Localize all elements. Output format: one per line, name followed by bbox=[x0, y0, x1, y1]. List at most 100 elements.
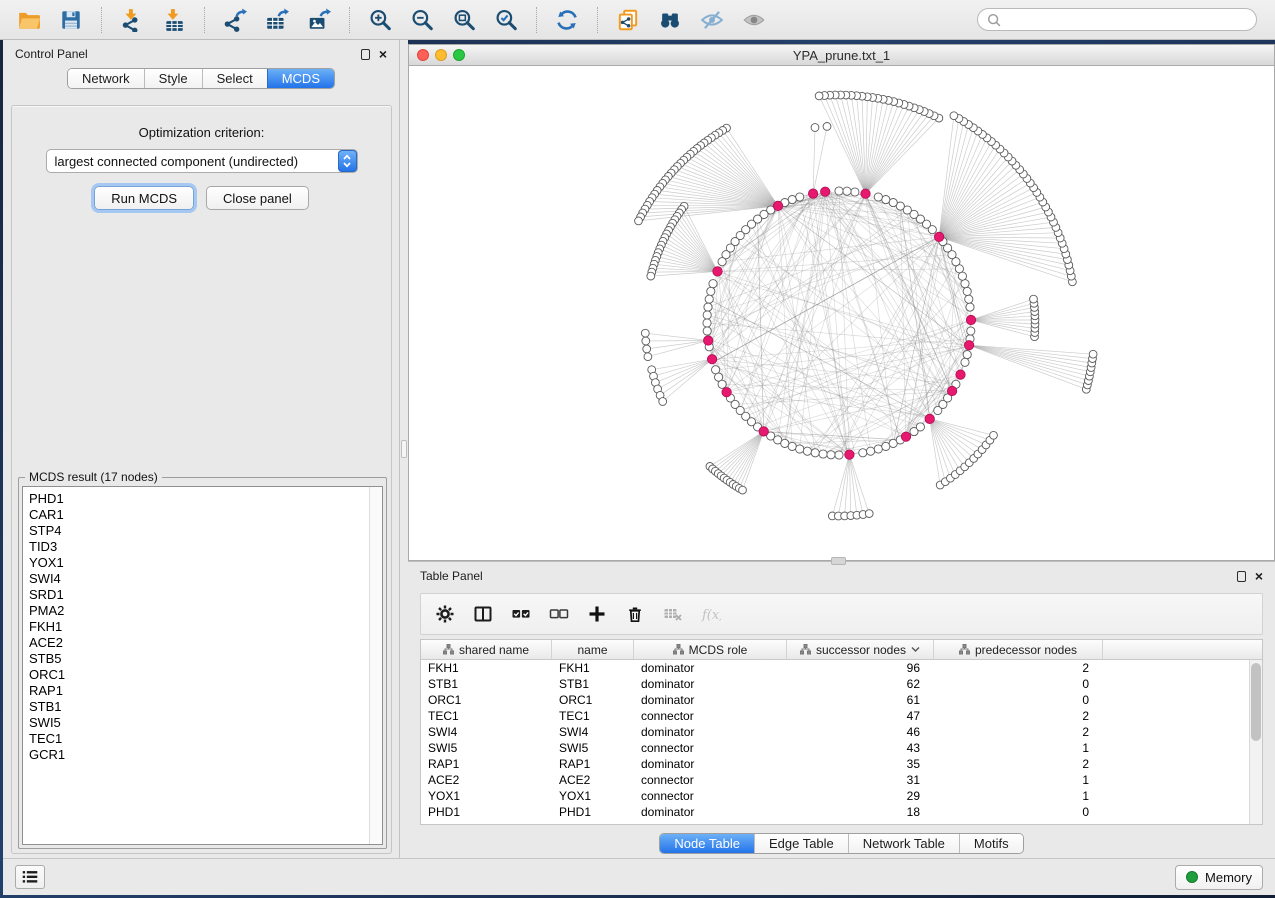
find-binoculars-button[interactable] bbox=[651, 4, 689, 36]
table-header-row: shared name nameMCDS role successor nodes p… bbox=[421, 640, 1262, 660]
tab-network[interactable]: Network bbox=[68, 69, 144, 88]
table-scrollbar[interactable] bbox=[1249, 660, 1262, 824]
optimization-criterion-select[interactable]: largest connected component (undirected) bbox=[46, 149, 358, 173]
memory-button[interactable]: Memory bbox=[1175, 865, 1263, 890]
export-table-button[interactable] bbox=[258, 4, 296, 36]
table-row[interactable]: RAP1RAP1dominator352 bbox=[421, 756, 1262, 772]
save-button[interactable] bbox=[52, 4, 90, 36]
export-network-button[interactable] bbox=[216, 4, 254, 36]
mcds-result-item[interactable]: SWI4 bbox=[29, 571, 369, 587]
mcds-result-item[interactable]: TID3 bbox=[29, 539, 369, 555]
mcds-result-item[interactable]: TEC1 bbox=[29, 731, 369, 747]
cell-successor-nodes: 18 bbox=[787, 804, 934, 820]
cell-MCDS-role: dominator bbox=[634, 692, 787, 708]
tab-style[interactable]: Style bbox=[144, 69, 202, 88]
search-area bbox=[977, 8, 1257, 31]
cell-predecessor-nodes: 2 bbox=[934, 756, 1103, 772]
column-header-MCDS-role[interactable]: MCDS role bbox=[634, 640, 787, 659]
tab-mcds[interactable]: MCDS bbox=[267, 69, 334, 88]
search-input[interactable] bbox=[1006, 13, 1248, 27]
optimization-criterion-label: Optimization criterion: bbox=[12, 125, 391, 140]
column-header-predecessor-nodes[interactable]: predecessor nodes bbox=[934, 640, 1103, 659]
add-column-button[interactable] bbox=[583, 600, 611, 628]
tab-node-table[interactable]: Node Table bbox=[660, 834, 754, 853]
mcds-result-item[interactable]: STB1 bbox=[29, 699, 369, 715]
zoom-fit-icon bbox=[452, 8, 476, 32]
table-row[interactable]: ORC1ORC1dominator610 bbox=[421, 692, 1262, 708]
toggle-columns-button[interactable] bbox=[469, 600, 497, 628]
mcds-result-item[interactable]: GCR1 bbox=[29, 747, 369, 763]
table-row[interactable]: SWI5SWI5connector431 bbox=[421, 740, 1262, 756]
column-header-name[interactable]: name bbox=[552, 640, 634, 659]
settings-gear-icon bbox=[435, 604, 455, 624]
zoom-selected-button[interactable] bbox=[487, 4, 525, 36]
tab-motifs[interactable]: Motifs bbox=[959, 834, 1023, 853]
export-image-button[interactable] bbox=[300, 4, 338, 36]
mcds-result-item[interactable]: RAP1 bbox=[29, 683, 369, 699]
cell-predecessor-nodes: 1 bbox=[934, 740, 1103, 756]
mcds-result-item[interactable]: ORC1 bbox=[29, 667, 369, 683]
select-all-checkboxes-button[interactable] bbox=[507, 600, 535, 628]
import-network-button[interactable] bbox=[113, 4, 151, 36]
mcds-result-item[interactable]: STP4 bbox=[29, 523, 369, 539]
float-table-panel-icon[interactable] bbox=[1237, 571, 1246, 582]
mcds-list-scrollbar[interactable] bbox=[369, 487, 382, 844]
tab-edge-table[interactable]: Edge Table bbox=[754, 834, 848, 853]
import-table-button[interactable] bbox=[155, 4, 193, 36]
export-network-icon bbox=[223, 8, 247, 32]
vertical-splitter[interactable] bbox=[400, 40, 408, 858]
hide-eye-slash-button[interactable] bbox=[693, 4, 731, 36]
delete-column-icon bbox=[625, 604, 645, 624]
open-folder-button[interactable] bbox=[10, 4, 48, 36]
mcds-result-item[interactable]: ACE2 bbox=[29, 635, 369, 651]
table-row[interactable]: FKH1FKH1dominator962 bbox=[421, 660, 1262, 676]
settings-gear-button[interactable] bbox=[431, 600, 459, 628]
delete-column-button[interactable] bbox=[621, 600, 649, 628]
horizontal-splitter-handle[interactable] bbox=[831, 557, 846, 565]
float-panel-icon[interactable] bbox=[361, 49, 370, 60]
column-label: shared name bbox=[459, 643, 529, 657]
close-panel-button[interactable]: Close panel bbox=[206, 186, 309, 210]
table-row[interactable]: SWI4SWI4dominator462 bbox=[421, 724, 1262, 740]
close-panel-icon[interactable]: × bbox=[379, 47, 387, 61]
table-row[interactable]: YOX1YOX1connector291 bbox=[421, 788, 1262, 804]
vertical-splitter-handle[interactable] bbox=[401, 440, 407, 458]
refresh-button[interactable] bbox=[548, 4, 586, 36]
column-header-successor-nodes[interactable]: successor nodes bbox=[787, 640, 934, 659]
mcds-result-item[interactable]: FKH1 bbox=[29, 619, 369, 635]
toolbar-separator bbox=[101, 7, 102, 33]
mcds-result-item[interactable]: SWI5 bbox=[29, 715, 369, 731]
clone-network-button[interactable] bbox=[609, 4, 647, 36]
cell-name: PHD1 bbox=[552, 804, 634, 820]
cell-MCDS-role: connector bbox=[634, 788, 787, 804]
table-row[interactable]: PHD1PHD1dominator180 bbox=[421, 804, 1262, 820]
show-panels-button[interactable] bbox=[15, 865, 45, 889]
cell-successor-nodes: 61 bbox=[787, 692, 934, 708]
zoom-in-button[interactable] bbox=[361, 4, 399, 36]
table-row[interactable]: ACE2ACE2connector311 bbox=[421, 772, 1262, 788]
close-table-panel-icon[interactable]: × bbox=[1255, 569, 1263, 583]
cell-successor-nodes: 35 bbox=[787, 756, 934, 772]
cell-predecessor-nodes: 1 bbox=[934, 772, 1103, 788]
mcds-result-item[interactable]: YOX1 bbox=[29, 555, 369, 571]
mcds-result-item[interactable]: SRD1 bbox=[29, 587, 369, 603]
mcds-result-item[interactable]: PHD1 bbox=[29, 491, 369, 507]
tab-select[interactable]: Select bbox=[202, 69, 267, 88]
table-scrollbar-thumb[interactable] bbox=[1251, 663, 1261, 741]
zoom-fit-button[interactable] bbox=[445, 4, 483, 36]
mcds-result-item[interactable]: PMA2 bbox=[29, 603, 369, 619]
tab-network-table[interactable]: Network Table bbox=[848, 834, 959, 853]
cell-predecessor-nodes: 0 bbox=[934, 676, 1103, 692]
search-box[interactable] bbox=[977, 8, 1257, 31]
table-row[interactable]: STB1STB1dominator620 bbox=[421, 676, 1262, 692]
column-label: successor nodes bbox=[816, 643, 906, 657]
table-panel: Table Panel × f(x) shared namenameMCDS r… bbox=[408, 561, 1275, 858]
table-row[interactable]: TEC1TEC1connector472 bbox=[421, 708, 1262, 724]
deselect-all-checkboxes-button[interactable] bbox=[545, 600, 573, 628]
zoom-out-button[interactable] bbox=[403, 4, 441, 36]
column-header-shared-name[interactable]: shared name bbox=[421, 640, 552, 659]
mcds-result-item[interactable]: CAR1 bbox=[29, 507, 369, 523]
network-canvas[interactable] bbox=[409, 66, 1274, 560]
run-mcds-button[interactable]: Run MCDS bbox=[94, 186, 194, 210]
mcds-result-item[interactable]: STB5 bbox=[29, 651, 369, 667]
